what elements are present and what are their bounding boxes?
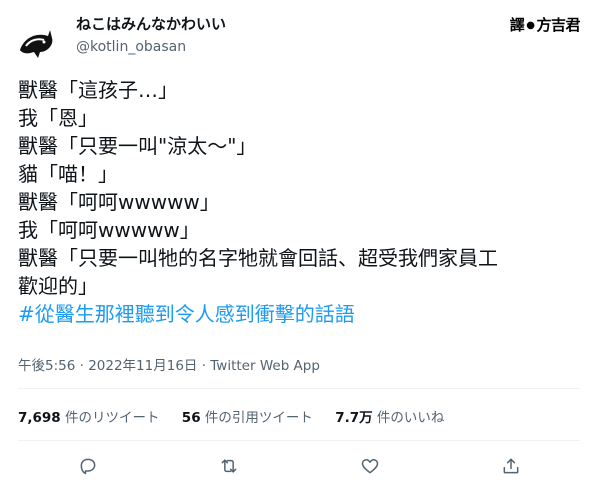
- likes-count: 7.7万: [335, 410, 373, 426]
- user-handle[interactable]: @kotlin_obasan: [76, 37, 226, 57]
- share-icon: [503, 458, 519, 474]
- user-names: ねこはみんなかわいい @kotlin_obasan: [76, 14, 226, 57]
- watermark-name: 方吉君: [536, 16, 580, 34]
- quotes-count: 56: [181, 410, 201, 426]
- tweet-line: 我「恩」: [18, 106, 98, 130]
- reply-icon: [80, 458, 96, 475]
- watermark-separator: ●: [526, 20, 535, 31]
- retweet-button[interactable]: [215, 452, 243, 480]
- divider: [18, 388, 580, 389]
- display-name[interactable]: ねこはみんなかわいい: [76, 14, 226, 34]
- tweet-date[interactable]: 2022年11月16日: [88, 358, 197, 374]
- tweet-line: 獸醫「呵呵wwwww」: [18, 190, 220, 214]
- divider: [18, 440, 580, 441]
- tweet-line: 我「呵呵wwwww」: [18, 218, 200, 242]
- cat-avatar-icon: [14, 22, 56, 64]
- tweet-line: 獸醫「只要一叫"涼太～"」: [18, 134, 257, 158]
- translator-watermark: 譯 ● 方吉君: [509, 14, 581, 35]
- hashtag-link[interactable]: #從醫生那裡聽到令人感到衝擊的話語: [18, 300, 583, 328]
- tweet-text: 獸醫「這孩子…」 我「恩」 獸醫「只要一叫"涼太～"」 貓「喵！」 獸醫「呵呵w…: [18, 76, 583, 328]
- retweets-count: 7,698: [18, 410, 61, 426]
- tweet-meta: 午後5:56 · 2022年11月16日 · Twitter Web App: [18, 354, 320, 374]
- tweet-line: 獸醫「只要一叫牠的名字牠就會回話、超受我們家員工: [18, 246, 498, 270]
- tweet-line: 獸醫「這孩子…」: [18, 78, 178, 102]
- retweet-icon: [221, 459, 237, 473]
- quotes-stat[interactable]: 56 件の引用ツイート: [182, 406, 313, 426]
- tweet-time[interactable]: 午後5:56: [18, 358, 75, 374]
- tweet-stats: 7,698 件のリツイート 56 件の引用ツイート 7.7万 件のいいね: [18, 406, 462, 426]
- tweet-line: 貓「喵！」: [18, 162, 118, 186]
- heart-icon: [361, 459, 379, 474]
- reply-button[interactable]: [74, 452, 102, 480]
- share-button[interactable]: [497, 452, 525, 480]
- tweet-actions: [0, 452, 598, 480]
- likes-stat[interactable]: 7.7万 件のいいね: [335, 406, 444, 426]
- retweets-label: 件のリツイート: [60, 410, 160, 426]
- meta-separator: ·: [75, 358, 89, 374]
- quotes-label: 件の引用ツイート: [200, 410, 313, 426]
- meta-separator: ·: [197, 358, 211, 374]
- watermark-prefix: 譯: [509, 16, 525, 34]
- tweet-line: 歡迎的」: [18, 274, 98, 298]
- like-button[interactable]: [356, 452, 384, 480]
- retweets-stat[interactable]: 7,698 件のリツイート: [18, 406, 160, 426]
- tweet-header: ねこはみんなかわいい @kotlin_obasan 譯 ● 方吉君: [14, 10, 584, 64]
- avatar[interactable]: [14, 22, 56, 64]
- likes-label: 件のいいね: [372, 410, 445, 426]
- tweet-client: Twitter Web App: [210, 358, 320, 374]
